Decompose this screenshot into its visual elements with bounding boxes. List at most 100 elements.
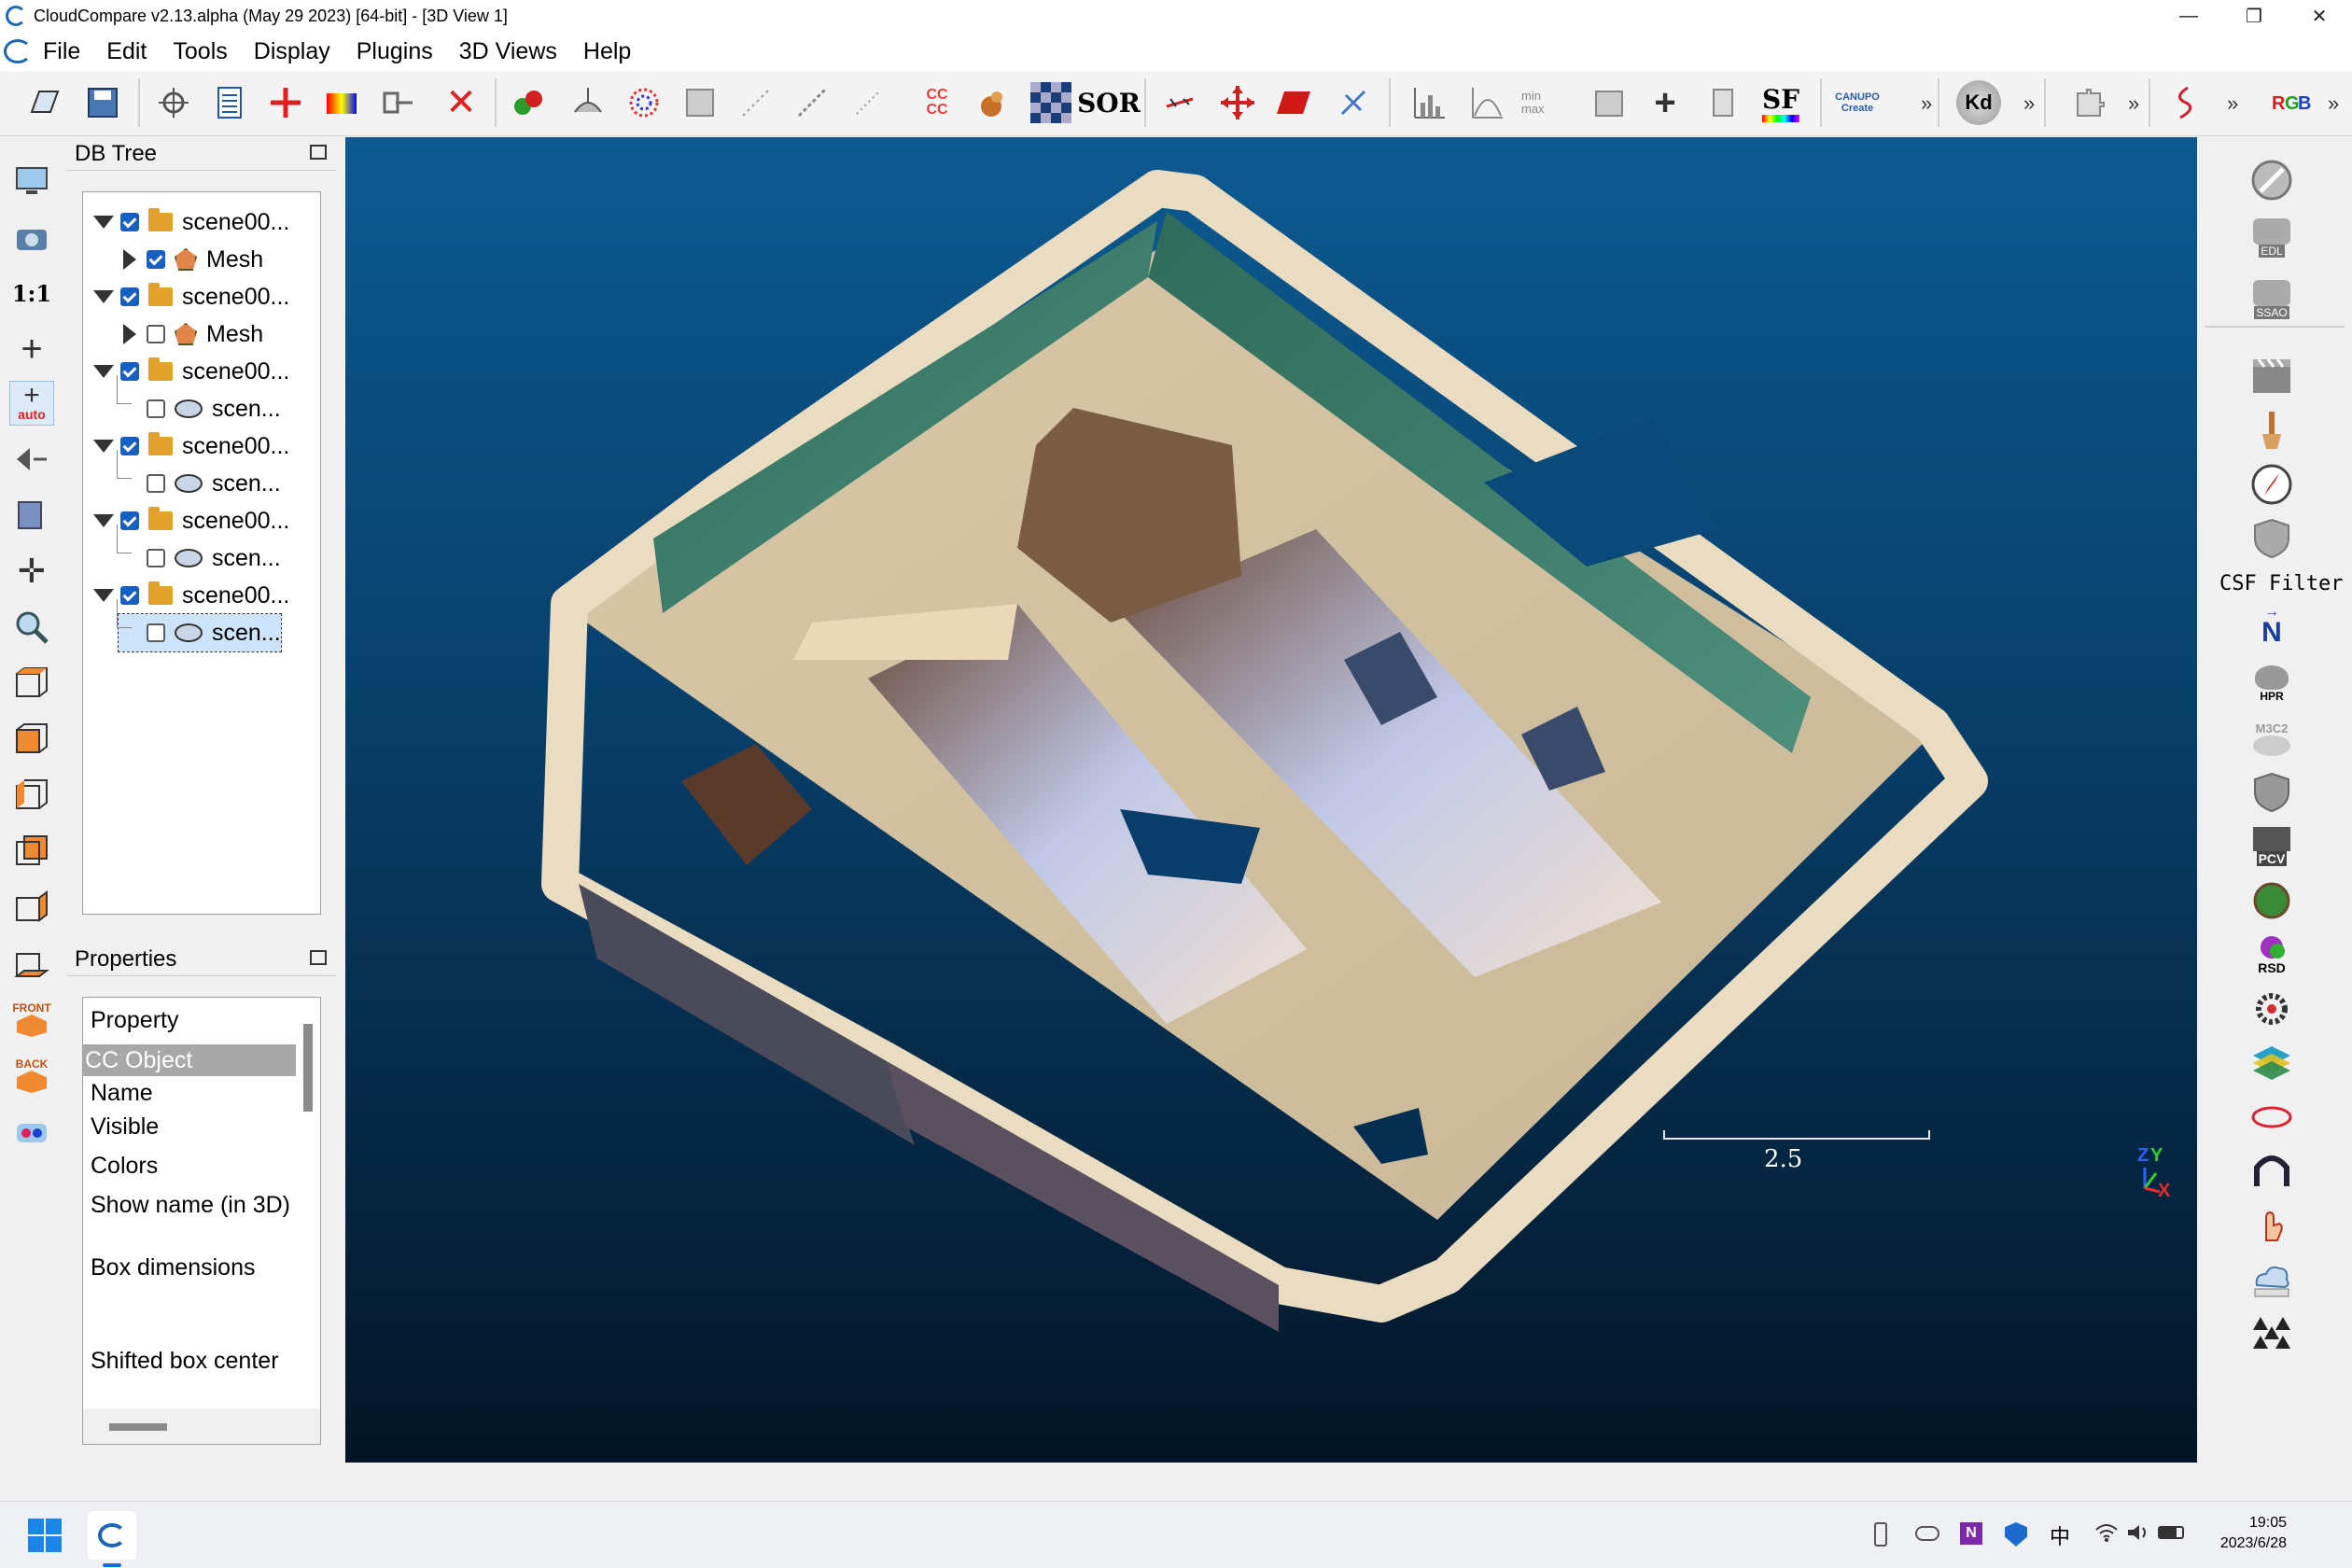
camera-icon[interactable] [9, 215, 54, 259]
visibility-checkbox[interactable] [147, 623, 165, 642]
open-file-icon[interactable] [22, 80, 67, 125]
dock-float-icon[interactable] [310, 950, 327, 965]
expand-arrow-icon[interactable] [93, 290, 114, 303]
perspective-icon[interactable] [9, 437, 54, 482]
properties-list-icon[interactable] [207, 80, 252, 125]
right-view-icon[interactable] [9, 885, 54, 930]
expand-arrow-icon[interactable] [93, 365, 114, 378]
front-view-icon[interactable] [9, 717, 54, 762]
plugin-puzzle-icon[interactable] [2066, 80, 2111, 125]
iso-back-icon[interactable]: BACK [9, 1053, 54, 1098]
animation-clapper-icon[interactable] [2247, 352, 2296, 400]
rsd-icon[interactable]: RSD [2247, 931, 2296, 979]
tree-node-child[interactable]: Mesh [119, 315, 263, 353]
taskbar-cloudcompare-app[interactable] [88, 1511, 136, 1560]
merge-color-icon[interactable] [319, 80, 364, 125]
left-view-icon[interactable] [9, 773, 54, 818]
close-button[interactable]: ✕ [2287, 0, 2352, 32]
sf-calculator-icon[interactable] [1701, 80, 1745, 125]
defender-icon[interactable] [2005, 1522, 2027, 1547]
visibility-checkbox[interactable] [147, 474, 165, 493]
rgb-icon[interactable]: RGB [2268, 80, 2313, 125]
pivot-icon[interactable]: + [9, 327, 54, 371]
tree-node-folder[interactable]: scene00... [92, 427, 289, 465]
hand-pick-icon[interactable] [2247, 1201, 2296, 1250]
visibility-checkbox[interactable] [147, 399, 165, 418]
light-icon[interactable] [9, 493, 54, 538]
visibility-checkbox[interactable] [120, 437, 139, 455]
edl-shader-icon[interactable]: EDL [2247, 214, 2296, 262]
visibility-checkbox[interactable] [147, 549, 165, 567]
csf-filter-icon[interactable] [2247, 514, 2296, 563]
subsample-icon[interactable] [734, 80, 778, 125]
add-sf-icon[interactable]: + [1643, 80, 1687, 125]
menu-3d-views[interactable]: 3D Views [448, 38, 572, 65]
trees-icon[interactable] [2247, 1309, 2296, 1358]
canupo-create-icon[interactable]: CANUPO Create [1835, 80, 1880, 125]
tree-node-folder[interactable]: scene00... [92, 278, 289, 315]
expand-arrow-icon[interactable] [93, 589, 114, 602]
usb-drive-icon[interactable] [1874, 1522, 1887, 1547]
move-icon[interactable]: ✛ [9, 549, 54, 594]
tree-node-folder[interactable]: scene00... [92, 353, 289, 390]
stereo-icon[interactable] [9, 1111, 54, 1155]
visibility-checkbox[interactable] [120, 586, 139, 605]
collapse-arrow-icon[interactable] [123, 324, 136, 344]
toolbar-expand-3[interactable]: » [2128, 91, 2139, 116]
tree-node-child[interactable]: Mesh [119, 241, 263, 278]
section-curve-icon[interactable] [2162, 80, 2206, 125]
clock[interactable]: 19:05 2023/6/28 [2212, 1513, 2287, 1554]
m3c2-icon[interactable]: M3C2 [2247, 714, 2296, 763]
dock-float-icon[interactable] [310, 145, 327, 160]
layers-icon[interactable] [2247, 1039, 2296, 1087]
checkerboard-icon[interactable] [1029, 80, 1073, 125]
cross-section-icon[interactable] [1157, 80, 1202, 125]
gaussian-fit-icon[interactable] [1465, 80, 1510, 125]
zoom-icon[interactable] [9, 605, 54, 650]
export-icon[interactable] [375, 80, 420, 125]
mesh-sample-icon[interactable] [678, 80, 722, 125]
visibility-checkbox[interactable] [120, 213, 139, 231]
plane-icon[interactable] [1271, 80, 1316, 125]
tree-node-child[interactable]: scen... [117, 525, 281, 577]
kd-tree-icon[interactable]: Kd [1956, 80, 2001, 125]
pcv-icon[interactable]: PCV [2247, 822, 2296, 871]
toolbar-expand-2[interactable]: » [2023, 91, 2035, 116]
visibility-checkbox[interactable] [120, 362, 139, 381]
brush-icon[interactable] [2247, 406, 2296, 455]
maximize-button[interactable]: ❐ [2221, 0, 2287, 32]
onedrive-icon[interactable] [1915, 1526, 1939, 1541]
menu-tools[interactable]: Tools [161, 38, 242, 65]
auto-pivot-icon[interactable]: + auto [9, 381, 54, 426]
back-view-icon[interactable] [9, 829, 54, 874]
wifi-icon[interactable] [2094, 1522, 2119, 1543]
onenote-icon[interactable]: N [1960, 1522, 1982, 1545]
properties-vscrollbar[interactable] [303, 1024, 313, 1112]
menu-edit[interactable]: Edit [95, 38, 161, 65]
menu-file[interactable]: File [32, 38, 95, 65]
toolbar-expand-1[interactable]: » [1921, 91, 1932, 116]
tree-node-folder[interactable]: scene00... [92, 203, 289, 241]
axis-icon[interactable] [1331, 80, 1376, 125]
sor-filter-icon[interactable]: SOR [1077, 80, 1141, 125]
bottom-view-icon[interactable] [9, 941, 54, 986]
save-icon[interactable] [80, 80, 125, 125]
visibility-checkbox[interactable] [120, 287, 139, 306]
cloud-distance-icon[interactable] [846, 80, 890, 125]
normals-icon[interactable] [566, 80, 610, 125]
min-max-icon[interactable]: min max [1521, 80, 1566, 125]
expand-arrow-icon[interactable] [93, 440, 114, 453]
expand-arrow-icon[interactable] [93, 216, 114, 229]
tunnel-icon[interactable] [2247, 1147, 2296, 1196]
compass-icon[interactable] [2247, 460, 2296, 509]
translate-rotate-icon[interactable] [1215, 80, 1260, 125]
tree-node-child[interactable]: scen... [117, 450, 281, 502]
one-to-one-zoom-icon[interactable]: 1:1 [9, 271, 54, 315]
menu-help[interactable]: Help [572, 38, 646, 65]
registration-icon[interactable] [506, 80, 551, 125]
sphere-icon[interactable] [2247, 876, 2296, 925]
menu-plugins[interactable]: Plugins [345, 38, 448, 65]
ellipse-icon[interactable] [2247, 1093, 2296, 1141]
hpr-icon[interactable]: HPR [2247, 660, 2296, 708]
minimize-button[interactable]: — [2156, 0, 2221, 32]
